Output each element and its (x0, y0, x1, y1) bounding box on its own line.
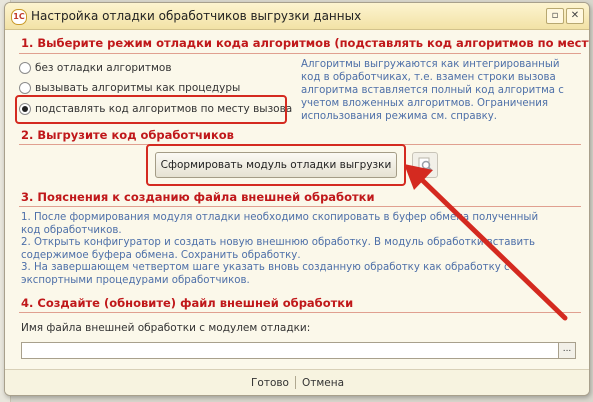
section4-divider (19, 312, 581, 313)
explanation-line: 1. После формирования модуля отладки нео… (21, 212, 539, 223)
dialog-window: 1С Настройка отладки обработчиков выгруз… (4, 2, 590, 396)
dialog-footer: Готово Отмена (5, 369, 589, 395)
app-logo-icon: 1С (11, 9, 27, 25)
section3-divider (19, 206, 581, 207)
explanation-line: 3. На завершающем четвертом шаге указать… (21, 262, 510, 274)
explanation-line: экспортными процедурами обработчиков. (21, 274, 250, 286)
radio-label: вызывать алгоритмы как процедуры (35, 82, 241, 94)
section1-divider (19, 53, 581, 54)
mode-hint-text: Алгоритмы выгружаются как интегрированны… (301, 59, 564, 122)
done-button[interactable]: Готово (251, 377, 289, 389)
radio-option-procedures[interactable]: вызывать алгоритмы как процедуры (19, 80, 240, 96)
explanation-text: 1. После формирования модуля отладки нео… (21, 212, 561, 288)
section4-heading: 4. Создайте (обновите) файл внешней обра… (21, 296, 354, 310)
section3-heading: 3. Пояснения к созданию файла внешней об… (21, 190, 375, 204)
view-module-button[interactable] (412, 152, 438, 178)
section2-heading: 2. Выгрузите код обработчиков (21, 128, 234, 142)
radio-option-no-debug[interactable]: без отладки алгоритмов (19, 60, 172, 76)
footer-separator (295, 376, 296, 389)
file-name-label: Имя файла внешней обработки с модулем от… (21, 322, 311, 334)
magnifier-icon (418, 157, 433, 172)
cancel-button[interactable]: Отмена (302, 377, 344, 389)
radio-button[interactable] (19, 62, 31, 74)
radio-label: без отладки алгоритмов (35, 62, 172, 74)
explanation-line: код обработчиков. (21, 224, 122, 236)
minimize-button[interactable]: ▫ (546, 8, 564, 24)
annotation-highlight-box (146, 144, 406, 186)
browse-button[interactable]: ... (558, 342, 576, 359)
file-name-input[interactable] (21, 342, 559, 359)
explanation-line: содержимое буфера обмена. Сохранить обра… (21, 249, 301, 261)
window-title: Настройка отладки обработчиков выгрузки … (31, 9, 362, 23)
radio-button[interactable] (19, 82, 31, 94)
explanation-line: 2. Открыть конфигуратор и создать новую … (21, 237, 536, 249)
annotation-highlight-box (15, 95, 287, 124)
title-bar: 1С Настройка отладки обработчиков выгруз… (5, 3, 589, 30)
close-icon[interactable]: ✕ (566, 8, 584, 24)
section1-heading: 1. Выберите режим отладки кода алгоритмо… (21, 36, 590, 50)
